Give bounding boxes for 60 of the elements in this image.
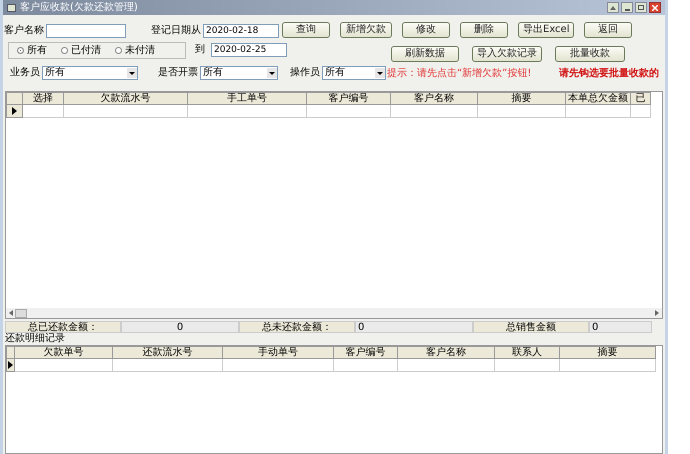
detail-title: 还款明细记录 — [5, 333, 66, 345]
dropdown-label: 操作员 — [290, 66, 320, 80]
row-pointer-icon — [8, 361, 13, 369]
toolbar-button[interactable]: 批量收款 — [555, 46, 625, 62]
toolbar-button[interactable]: 导出Excel — [518, 22, 574, 38]
table-cell — [631, 105, 651, 118]
window-title: 客户应收款(欠款还款管理) — [20, 2, 138, 12]
total-value: 0 — [589, 321, 652, 333]
total-value: 0 — [121, 321, 239, 333]
toolbar-button[interactable]: 返回 — [584, 22, 632, 38]
date-from-label: 登记日期从 — [151, 24, 201, 38]
close-icon — [652, 4, 658, 10]
scroll-left-icon — [9, 310, 13, 316]
table-cell — [23, 105, 64, 118]
toolbar-button[interactable]: 导入欠款记录 — [472, 46, 542, 62]
window-icon — [7, 4, 16, 12]
warning-text: 请先钩选要批量收款的 — [559, 66, 660, 81]
scroll-right-icon — [655, 310, 659, 316]
horizontal-scrollbar[interactable] — [6, 308, 662, 318]
minimize-icon — [624, 8, 630, 10]
total-value: 0 — [355, 321, 473, 333]
total-label: 总已还款金额： — [5, 321, 121, 333]
minimize-button[interactable] — [621, 2, 633, 13]
scroll-thumb[interactable] — [15, 308, 27, 318]
date-from-field[interactable]: 2020-02-18 — [203, 24, 279, 38]
restore-button[interactable] — [607, 2, 619, 13]
date-to-label: 到 — [195, 43, 205, 57]
toolbar-button[interactable]: 刷新数据 — [391, 46, 459, 62]
maximize-button[interactable] — [635, 2, 647, 13]
dropdown-label: 业务员 — [10, 66, 40, 80]
dropdown-field[interactable]: 所有 — [322, 66, 386, 80]
column-header: 手动单号 — [223, 346, 334, 359]
table-cell — [566, 105, 631, 118]
toolbar-button[interactable]: 查询 — [282, 22, 330, 38]
toolbar-button[interactable]: 删除 — [460, 22, 508, 38]
date-to-field[interactable]: 2020-02-25 — [211, 42, 287, 56]
row-pointer-icon — [12, 107, 17, 115]
column-header: 已 — [631, 92, 651, 105]
toolbar-button[interactable]: 修改 — [402, 22, 450, 38]
hint-text: 提示：请先点击“新增欠款”按钮! — [387, 66, 532, 81]
status-radio[interactable]: 未付清 — [115, 43, 155, 58]
table-cell — [495, 359, 560, 372]
status-radio[interactable]: 所有 — [17, 43, 47, 58]
toolbar-button[interactable]: 新增欠款 — [340, 22, 392, 38]
status-radio[interactable]: 已付清 — [61, 43, 101, 58]
close-button[interactable] — [649, 2, 661, 13]
dropdown-field[interactable]: 所有 — [200, 66, 278, 80]
maximize-icon — [638, 5, 644, 10]
customer-label: 客户名称 — [4, 24, 44, 38]
column-header: 选择 — [23, 92, 64, 105]
column-header: 联系人 — [495, 346, 560, 359]
total-label: 总销售金额 — [473, 321, 589, 333]
column-header: 手工单号 — [188, 92, 307, 105]
up-arrow-icon — [610, 6, 616, 10]
table-cell — [334, 359, 398, 372]
customer-field[interactable] — [46, 24, 126, 38]
dropdown-label: 是否开票 — [158, 66, 198, 80]
column-header: 欠款单号 — [15, 346, 113, 359]
dropdown-field[interactable]: 所有 — [42, 66, 138, 80]
total-label: 总未还款金额： — [239, 321, 355, 333]
